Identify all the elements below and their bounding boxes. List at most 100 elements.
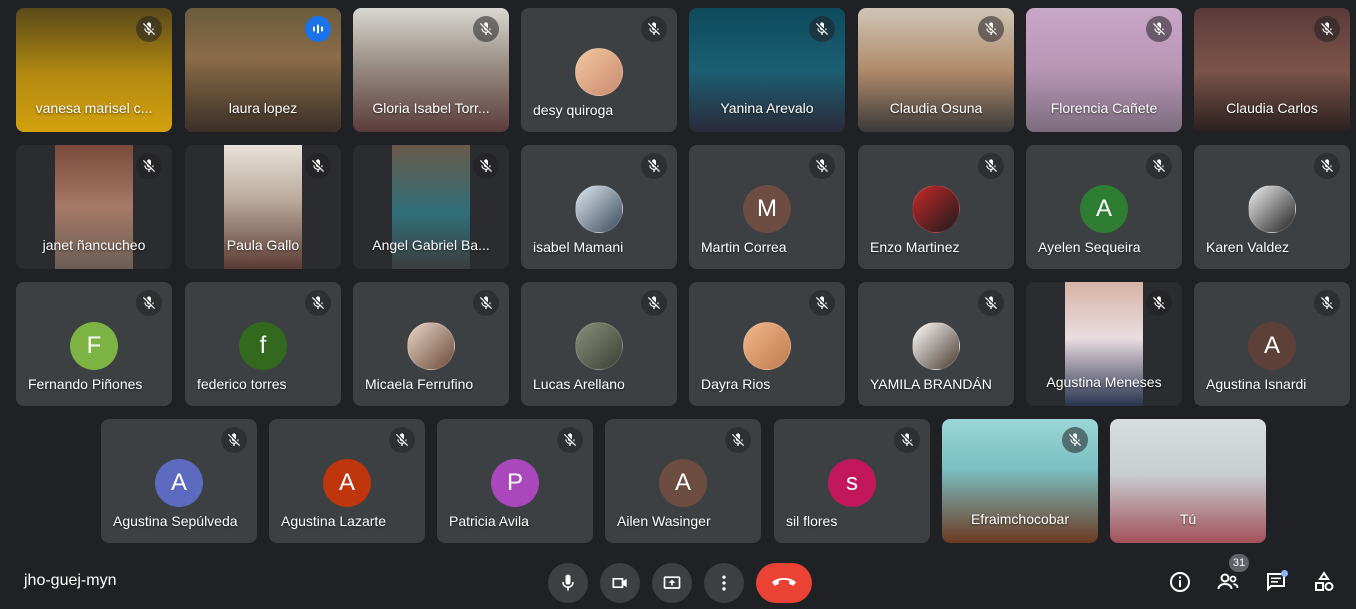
microphone-button[interactable] (548, 563, 588, 603)
mic-muted-icon (1146, 153, 1172, 179)
participant-tile[interactable]: Yanina Arevalo (689, 8, 845, 132)
participant-tile[interactable]: Lucas Arellano (521, 282, 677, 406)
participant-letter-avatar: A (1248, 322, 1296, 370)
participant-name: Enzo Martinez (870, 239, 960, 255)
participant-letter-avatar: M (743, 185, 791, 233)
mic-muted-icon (809, 290, 835, 316)
participant-tile[interactable]: F Fernando Piñones (16, 282, 172, 406)
participant-name: sil flores (786, 513, 838, 529)
mic-muted-icon (978, 290, 1004, 316)
meeting-details-button[interactable] (1166, 568, 1194, 596)
participant-tile[interactable]: Efraimchocobar (942, 419, 1098, 543)
participant-photo-avatar (912, 185, 960, 233)
participant-tile[interactable]: Paula Gallo (185, 145, 341, 269)
mic-muted-icon (641, 153, 667, 179)
participant-letter-avatar: f (239, 322, 287, 370)
hang-up-icon (772, 578, 796, 586)
participant-tile[interactable]: Enzo Martinez (858, 145, 1014, 269)
self-view-tile[interactable]: Tú (1110, 419, 1266, 543)
mic-muted-icon (641, 16, 667, 42)
participant-letter-avatar: A (659, 459, 707, 507)
participant-tile[interactable]: A Agustina Sepúlveda (101, 419, 257, 543)
mic-muted-icon (1314, 153, 1340, 179)
participant-name: Karen Valdez (1206, 239, 1290, 255)
participant-tile[interactable]: Karen Valdez (1194, 145, 1350, 269)
participant-name: laura lopez (228, 100, 298, 116)
mic-muted-icon (1314, 290, 1340, 316)
participant-tile[interactable]: laura lopez (185, 8, 341, 132)
participant-tile[interactable]: f federico torres (185, 282, 341, 406)
participant-tile[interactable]: A Agustina Lazarte (269, 419, 425, 543)
mic-muted-icon (136, 153, 162, 179)
participant-name: Martin Correa (701, 239, 787, 255)
participant-tile[interactable]: Claudia Carlos (1194, 8, 1350, 132)
participant-tile[interactable]: Florencia Cañete (1026, 8, 1182, 132)
camera-icon (612, 578, 627, 588)
mic-muted-icon (136, 290, 162, 316)
participant-photo-avatar (743, 322, 791, 370)
microphone-icon (562, 574, 574, 591)
participant-name: YAMILA BRANDÁN (870, 376, 992, 392)
participant-letter-avatar: s (828, 459, 876, 507)
mic-muted-icon (136, 16, 162, 42)
participant-tile[interactable]: P Patricia Avila (437, 419, 593, 543)
participant-tile[interactable]: Gloria Isabel Torr... (353, 8, 509, 132)
participant-name: Agustina Meneses (1046, 374, 1162, 390)
participant-name: Yanina Arevalo (720, 100, 814, 116)
participant-tile[interactable]: Claudia Osuna (858, 8, 1014, 132)
participant-tile[interactable]: Dayra Rios (689, 282, 845, 406)
participant-tile[interactable]: isabel Mamani (521, 145, 677, 269)
participant-name: federico torres (197, 376, 287, 392)
participant-letter-avatar: F (70, 322, 118, 370)
activities-icon (1315, 571, 1334, 591)
participant-name: Claudia Carlos (1226, 100, 1318, 116)
participant-name: isabel Mamani (533, 239, 624, 255)
participant-name: Patricia Avila (449, 513, 529, 529)
leave-call-button[interactable] (756, 563, 812, 603)
participant-tile[interactable]: janet ñancucheo (16, 145, 172, 269)
participant-tile[interactable]: A Agustina Isnardi (1194, 282, 1350, 406)
mic-muted-icon (305, 290, 331, 316)
mic-muted-icon (1146, 16, 1172, 42)
present-screen-button[interactable] (652, 563, 692, 603)
participant-name: Gloria Isabel Torr... (372, 100, 490, 116)
present-screen-icon (663, 576, 681, 589)
mic-muted-icon (725, 427, 751, 453)
mic-muted-icon (221, 427, 247, 453)
participant-tile[interactable]: s sil flores (774, 419, 930, 543)
mic-muted-icon (305, 153, 331, 179)
participant-name: Micaela Ferrufino (365, 376, 474, 392)
info-icon (1170, 572, 1190, 592)
participant-tile[interactable]: YAMILA BRANDÁN (858, 282, 1014, 406)
participant-letter-avatar: A (1080, 185, 1128, 233)
camera-button[interactable] (600, 563, 640, 603)
participant-name: Agustina Sepúlveda (113, 513, 238, 529)
participant-tile[interactable]: M Martin Correa (689, 145, 845, 269)
people-button[interactable] (1214, 568, 1242, 596)
participant-tile[interactable]: A Ayelen Sequeira (1026, 145, 1182, 269)
participant-tile[interactable]: desy quiroga (521, 8, 677, 132)
activities-button[interactable] (1310, 568, 1338, 596)
speaking-indicator-icon (305, 16, 331, 42)
mic-muted-icon (389, 427, 415, 453)
participant-photo-avatar (575, 322, 623, 370)
participant-photo-avatar (575, 48, 623, 96)
participant-name: Fernando Piñones (28, 376, 143, 392)
participant-photo-avatar (575, 185, 623, 233)
participant-tile[interactable]: A Ailen Wasinger (605, 419, 761, 543)
participant-tile[interactable]: Angel Gabriel Ba... (353, 145, 509, 269)
more-options-button[interactable] (704, 563, 744, 603)
participant-name: Dayra Rios (701, 376, 771, 392)
bottom-toolbar: jho-guej-myn 31 (0, 550, 1356, 609)
participant-name: Paula Gallo (226, 237, 300, 253)
participant-count-badge: 31 (1229, 554, 1249, 572)
participant-grid: vanesa marisel c... laura lopez Gloria Isa… (0, 0, 1356, 550)
meeting-code: jho-guej-myn (24, 572, 117, 589)
mic-muted-icon (978, 16, 1004, 42)
participant-tile[interactable]: vanesa marisel c... (16, 8, 172, 132)
participant-tile[interactable]: Micaela Ferrufino (353, 282, 509, 406)
participant-photo-avatar (912, 322, 960, 370)
participant-letter-avatar: A (323, 459, 371, 507)
participant-name: janet ñancucheo (42, 237, 146, 253)
participant-tile[interactable]: Agustina Meneses (1026, 282, 1182, 406)
